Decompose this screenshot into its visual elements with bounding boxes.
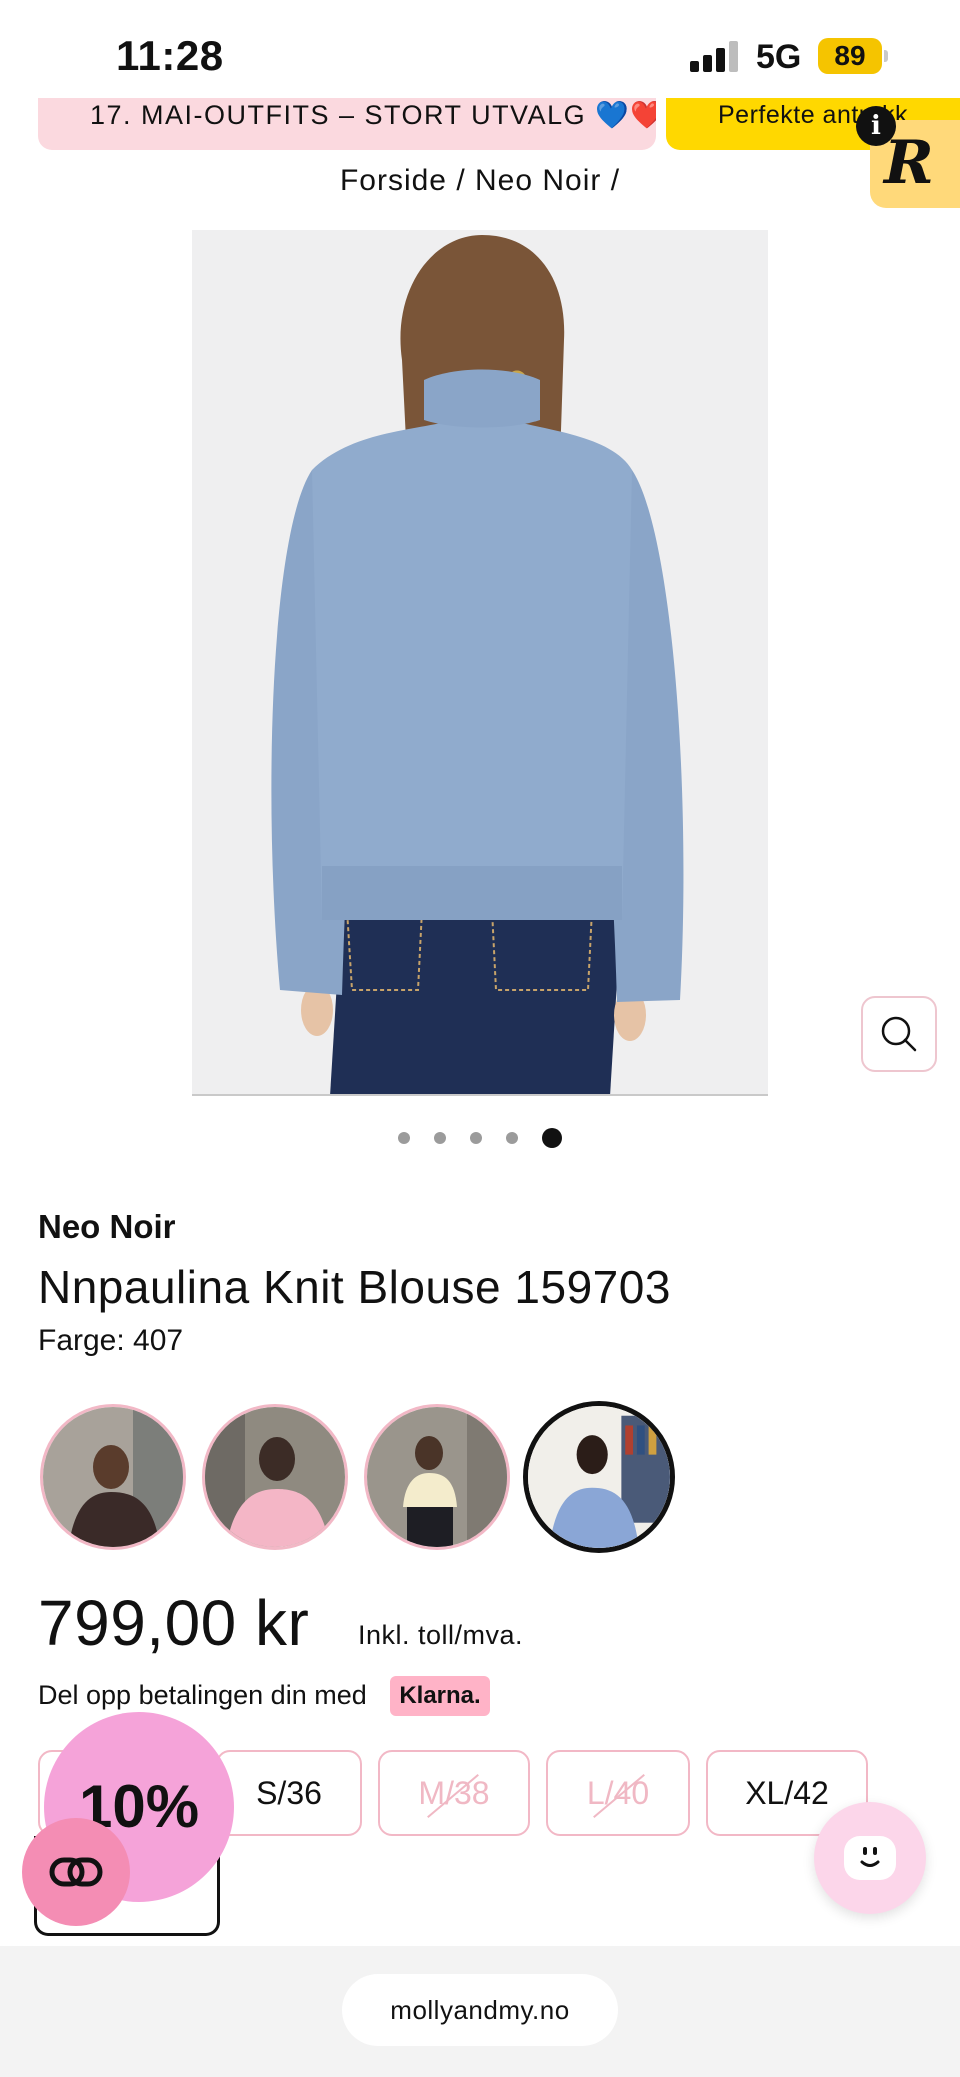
color-swatch-cream[interactable] bbox=[364, 1404, 510, 1550]
link-widget-button[interactable] bbox=[22, 1818, 130, 1926]
breadcrumb[interactable]: Forside / Neo Noir / bbox=[0, 164, 960, 198]
battery-tip bbox=[884, 50, 888, 62]
battery-icon: 89 bbox=[818, 38, 882, 74]
chat-smiley-icon bbox=[844, 1836, 896, 1880]
magnifier-icon bbox=[881, 1016, 917, 1052]
size-option-l[interactable]: L/40 bbox=[546, 1750, 690, 1836]
swatch-photo bbox=[528, 1406, 670, 1548]
clock: 11:28 bbox=[116, 32, 224, 79]
product-image[interactable] bbox=[192, 230, 768, 1096]
size-label-l: L/40 bbox=[586, 1775, 650, 1811]
color-swatch-pink[interactable] bbox=[202, 1404, 348, 1550]
carousel-dot[interactable] bbox=[470, 1132, 482, 1144]
address-bar[interactable]: mollyandmy.no bbox=[342, 1974, 618, 2046]
zoom-button[interactable] bbox=[861, 996, 937, 1072]
promo-banner-pink-text: 17. MAI-OUTFITS – STORT UTVALG 💙❤️ bbox=[90, 100, 656, 130]
status-bar: 11:28 5G 89 bbox=[0, 0, 960, 110]
tax-note: Inkl. toll/mva. bbox=[358, 1620, 524, 1650]
carousel-dot[interactable] bbox=[434, 1132, 446, 1144]
size-option-s[interactable]: S/36 bbox=[216, 1750, 362, 1836]
carousel-dot-active[interactable] bbox=[542, 1128, 562, 1148]
promo-banner-pink[interactable]: 17. MAI-OUTFITS – STORT UTVALG 💙❤️ bbox=[38, 98, 656, 150]
color-swatch-dark-brown[interactable] bbox=[40, 1404, 186, 1550]
product-brand[interactable]: Neo Noir bbox=[38, 1208, 176, 1246]
swatch-photo bbox=[205, 1407, 345, 1547]
product-price: 799,00 kr bbox=[38, 1587, 310, 1659]
klarna-badge[interactable]: Klarna. bbox=[390, 1676, 490, 1716]
product-title: Nnpaulina Knit Blouse 159703 bbox=[38, 1261, 671, 1313]
carousel-dot[interactable] bbox=[398, 1132, 410, 1144]
swatch-photo bbox=[43, 1407, 183, 1547]
swatch-photo bbox=[367, 1407, 507, 1547]
carousel-dot[interactable] bbox=[506, 1132, 518, 1144]
network-type: 5G bbox=[756, 38, 802, 76]
size-option-m[interactable]: M/38 bbox=[378, 1750, 530, 1836]
info-icon[interactable]: i bbox=[856, 106, 896, 146]
color-label: Farge: 407 bbox=[38, 1324, 184, 1357]
color-swatch-light-blue[interactable] bbox=[523, 1401, 675, 1553]
link-icon bbox=[49, 1857, 103, 1887]
chat-widget-button[interactable] bbox=[814, 1802, 926, 1914]
carousel-dots bbox=[0, 1126, 960, 1150]
klarna-text: Del opp betalingen din med bbox=[38, 1680, 367, 1710]
signal-icon bbox=[690, 40, 742, 72]
product-photo-illustration bbox=[192, 230, 768, 1096]
